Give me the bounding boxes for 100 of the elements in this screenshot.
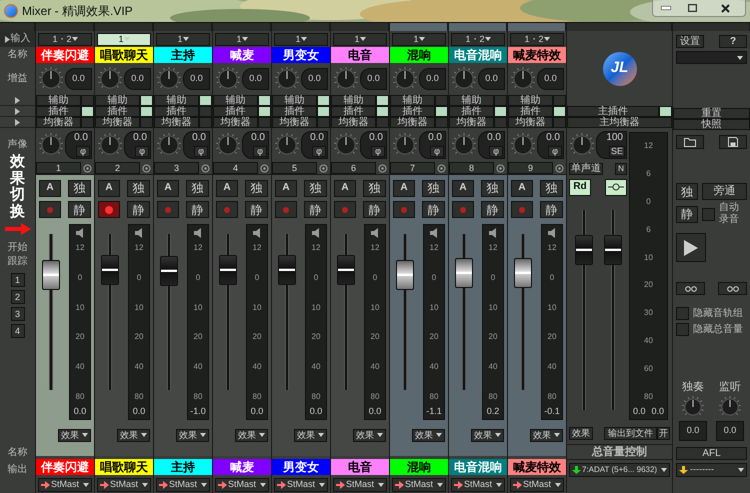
solo-button[interactable]: 独 bbox=[68, 180, 91, 196]
phase-button[interactable]: φ bbox=[430, 146, 444, 157]
record-button[interactable] bbox=[511, 201, 533, 218]
output-dropdown[interactable]: -------- bbox=[676, 462, 747, 476]
record-button[interactable] bbox=[393, 201, 415, 218]
output-dropdown[interactable]: StMast bbox=[392, 478, 446, 492]
channel-number[interactable]: 9 bbox=[508, 162, 553, 174]
preset-button[interactable]: 3 bbox=[10, 307, 24, 321]
automation-button[interactable]: A bbox=[216, 180, 238, 196]
master-plugin-button[interactable]: 主插件 bbox=[567, 106, 659, 117]
mute-button[interactable]: 静 bbox=[304, 201, 327, 218]
automation-button[interactable]: A bbox=[334, 180, 356, 196]
effect-button[interactable]: 效果 bbox=[471, 428, 504, 442]
master-eq-button[interactable]: 主均衡器 bbox=[567, 117, 672, 128]
mute-button[interactable]: 静 bbox=[186, 201, 209, 218]
gear-icon[interactable] bbox=[555, 164, 564, 172]
input-dropdown[interactable]: 1 bbox=[333, 32, 387, 46]
record-button[interactable] bbox=[216, 201, 238, 218]
aux-button[interactable]: 辅助 bbox=[331, 95, 376, 106]
input-dropdown[interactable]: 1・2 bbox=[38, 32, 92, 46]
eq-button[interactable]: 均衡器 bbox=[508, 117, 553, 128]
gear-icon[interactable] bbox=[83, 164, 92, 172]
output-dropdown[interactable]: StMast bbox=[274, 478, 328, 492]
phase-button[interactable]: φ bbox=[76, 146, 90, 157]
preset-button[interactable]: 1 bbox=[10, 273, 24, 287]
eq-button[interactable]: 均衡器 bbox=[331, 117, 376, 128]
play-button[interactable] bbox=[676, 233, 706, 262]
plugin-button[interactable]: 插件 bbox=[272, 106, 317, 117]
output-dropdown[interactable]: StMast bbox=[156, 478, 210, 492]
channel-number[interactable]: 5 bbox=[272, 162, 317, 174]
automation-button[interactable]: A bbox=[393, 180, 415, 196]
snapshot-button[interactable]: 快照 bbox=[673, 119, 750, 130]
afl-button[interactable]: AFL bbox=[676, 447, 747, 460]
output-dropdown[interactable]: StMast bbox=[510, 478, 564, 492]
link-button[interactable] bbox=[676, 282, 705, 295]
input-dropdown[interactable]: 1 bbox=[274, 32, 328, 46]
input-dropdown[interactable]: 1 bbox=[156, 32, 210, 46]
export-button[interactable]: 输出到文件 bbox=[604, 426, 657, 440]
link-button[interactable] bbox=[718, 282, 747, 295]
phase-button[interactable]: φ bbox=[312, 146, 326, 157]
mute-button[interactable]: 静 bbox=[540, 201, 563, 218]
effect-button[interactable]: 效果 bbox=[353, 428, 386, 442]
phase-button[interactable]: φ bbox=[371, 146, 385, 157]
output-dropdown[interactable]: StMast bbox=[451, 478, 505, 492]
aux-button[interactable]: 辅助 bbox=[95, 95, 140, 106]
open-button[interactable] bbox=[676, 135, 704, 149]
phase-button[interactable]: φ bbox=[548, 146, 562, 157]
solo-button[interactable]: 独 bbox=[422, 180, 445, 196]
solo-button[interactable]: 独 bbox=[304, 180, 327, 196]
eq-button[interactable]: 均衡器 bbox=[154, 117, 199, 128]
effect-button[interactable]: 效果 bbox=[235, 428, 268, 442]
help-button[interactable]: ? bbox=[719, 35, 747, 48]
phase-button[interactable]: φ bbox=[253, 146, 267, 157]
aux-button[interactable]: 辅助 bbox=[154, 95, 199, 106]
channel-number[interactable]: 1 bbox=[36, 162, 81, 174]
rd-button[interactable]: Rd bbox=[569, 178, 591, 196]
eq-button[interactable]: 均衡器 bbox=[449, 117, 494, 128]
mono-button[interactable]: 单声道 bbox=[569, 163, 603, 175]
fader-handle[interactable] bbox=[101, 254, 119, 285]
record-button[interactable] bbox=[98, 201, 120, 218]
channel-number[interactable]: 3 bbox=[154, 162, 199, 174]
effect-button[interactable]: 效果 bbox=[176, 428, 209, 442]
preset-button[interactable]: 4 bbox=[10, 324, 24, 338]
reset-button[interactable]: 重置 bbox=[673, 108, 750, 119]
fader-handle[interactable] bbox=[604, 235, 622, 265]
gear-icon[interactable] bbox=[260, 164, 269, 172]
automation-button[interactable]: A bbox=[511, 180, 533, 196]
output-dropdown[interactable]: StMast bbox=[333, 478, 387, 492]
gear-icon[interactable] bbox=[496, 164, 505, 172]
plugin-button[interactable]: 插件 bbox=[508, 106, 553, 117]
link-button[interactable] bbox=[605, 178, 627, 196]
effect-button[interactable]: 效果 bbox=[58, 428, 91, 442]
mute-button[interactable]: 静 bbox=[481, 201, 504, 218]
channel-number[interactable]: 4 bbox=[213, 162, 258, 174]
eq-button[interactable]: 均衡器 bbox=[95, 117, 140, 128]
phase-button[interactable]: φ bbox=[194, 146, 208, 157]
automation-button[interactable]: A bbox=[275, 180, 297, 196]
eq-button[interactable]: 均衡器 bbox=[272, 117, 317, 128]
expand-icon[interactable] bbox=[4, 36, 10, 42]
channel-number[interactable]: 6 bbox=[331, 162, 376, 174]
channel-number[interactable]: 8 bbox=[449, 162, 494, 174]
automation-button[interactable]: A bbox=[452, 180, 474, 196]
se-button[interactable]: SE bbox=[608, 146, 625, 157]
fader-handle[interactable] bbox=[337, 254, 355, 285]
solo-button[interactable]: 独 bbox=[540, 180, 563, 196]
aux-button[interactable]: 辅助 bbox=[449, 95, 494, 106]
effect-button[interactable]: 效果 bbox=[569, 426, 593, 440]
input-dropdown[interactable]: 1・2 bbox=[510, 32, 564, 46]
automation-button[interactable]: A bbox=[98, 180, 120, 196]
fader-handle[interactable] bbox=[455, 258, 473, 288]
output-dropdown[interactable]: 7:ADAT (5+6... 9632) bbox=[569, 462, 670, 476]
aux-button[interactable]: 辅助 bbox=[390, 95, 435, 106]
plugin-button[interactable]: 插件 bbox=[154, 106, 199, 117]
record-button[interactable] bbox=[452, 201, 474, 218]
mute-button[interactable]: 静 bbox=[676, 206, 698, 222]
eq-button[interactable]: 均衡器 bbox=[390, 117, 435, 128]
output-dropdown[interactable]: StMast bbox=[97, 478, 151, 492]
gear-icon[interactable] bbox=[201, 164, 210, 172]
fader-handle[interactable] bbox=[574, 235, 592, 265]
input-dropdown[interactable]: 1 bbox=[97, 32, 151, 46]
